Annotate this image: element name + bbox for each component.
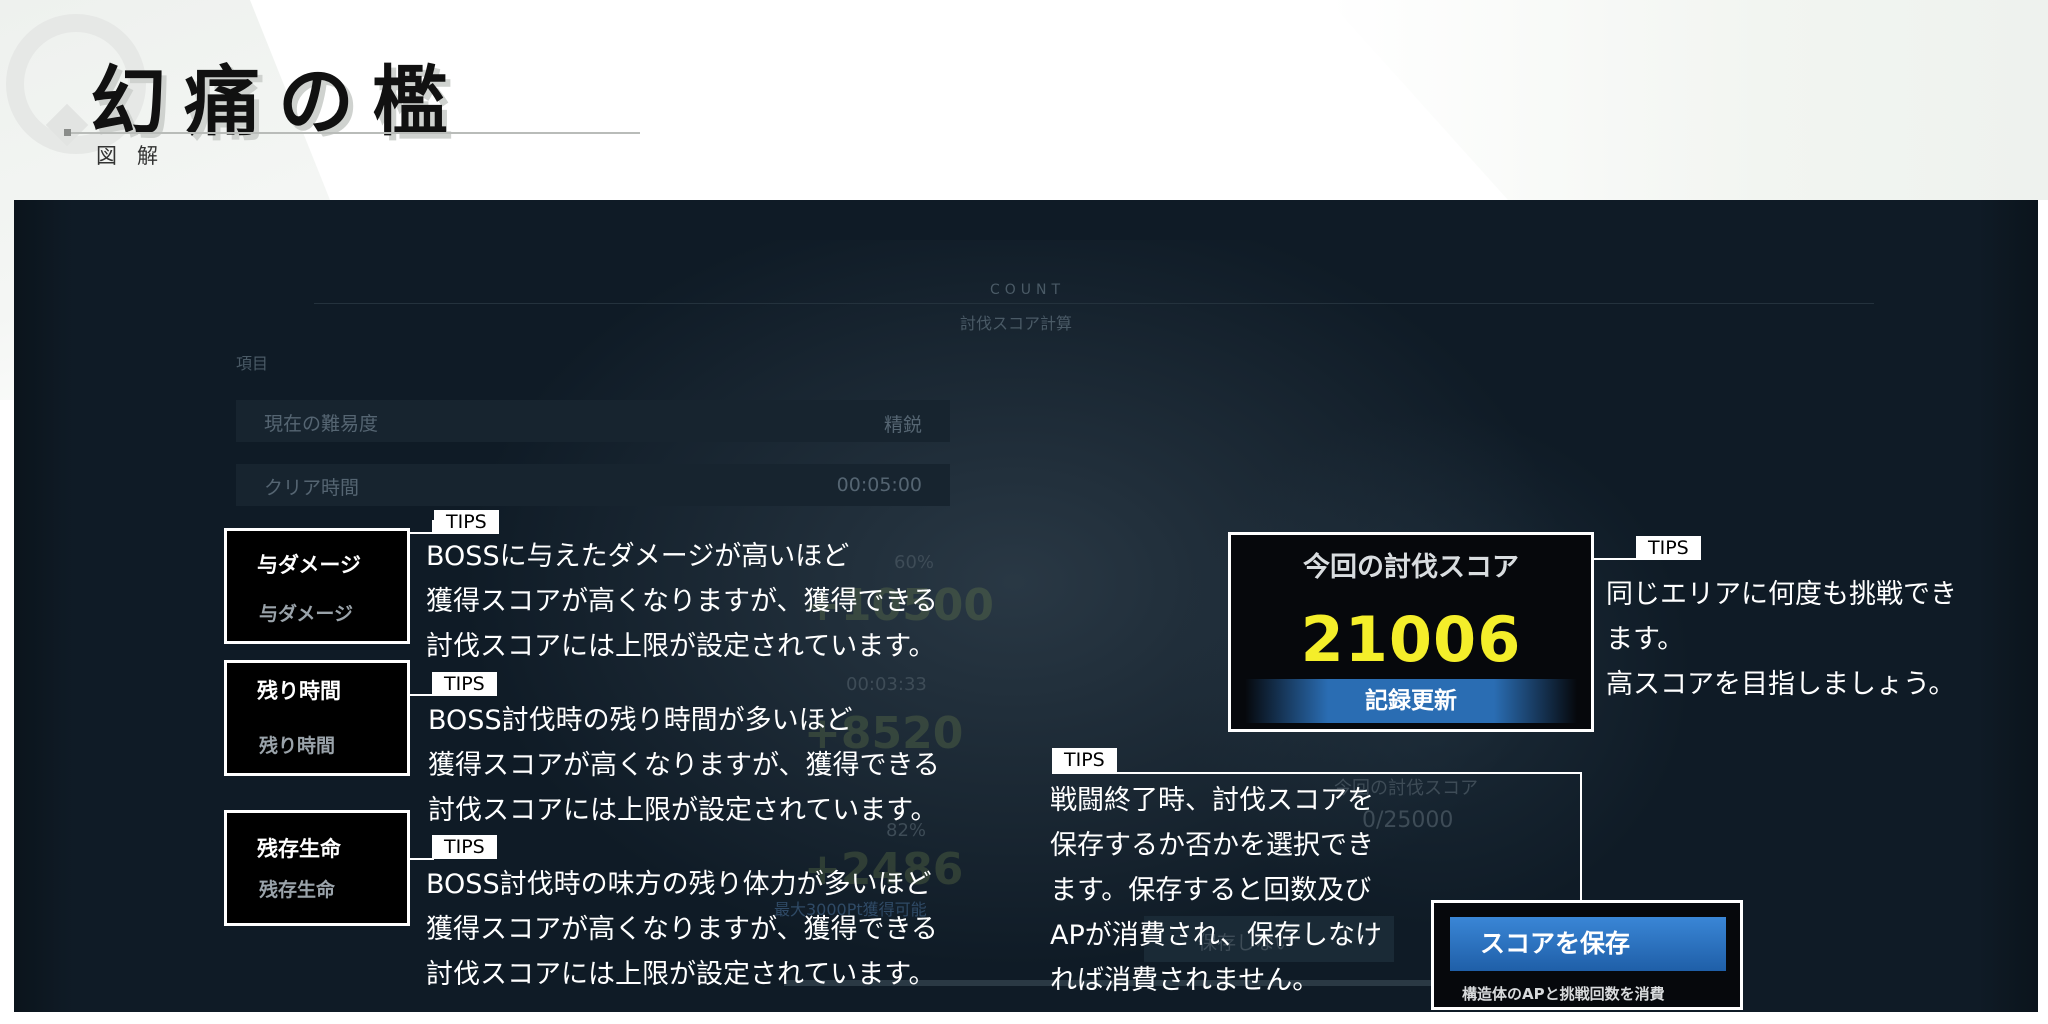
damage-tips-tag: TIPS bbox=[434, 510, 499, 534]
damage-description: BOSSに与えたダメージが高いほど 獲得スコアが高くなりますが、獲得できる 討伐… bbox=[426, 534, 938, 669]
remaining-time-value: 00:03:33 bbox=[846, 674, 927, 695]
record-update-banner: 記録更新 bbox=[1245, 679, 1577, 723]
count-subtitle: 討伐スコア計算 bbox=[960, 314, 1073, 333]
life-desc-line-2: 獲得スコアが高くなりますが、獲得できる bbox=[426, 914, 938, 945]
panel-vignette-left bbox=[14, 200, 74, 1012]
column-label: 項目 bbox=[236, 354, 269, 373]
time-desc-line-3: 討伐スコアには上限が設定されています。 bbox=[428, 795, 938, 826]
save-description: 戦闘終了時、討伐スコアを 保存するか否かを選択でき ます。保存すると回数及び A… bbox=[1050, 778, 1382, 1003]
difficulty-label: 現在の難易度 bbox=[264, 413, 379, 435]
time-tips-tag: TIPS bbox=[432, 672, 497, 696]
clear-time-row: クリア時間 00:05:00 bbox=[236, 464, 950, 506]
save-desc-line-1: 戦闘終了時、討伐スコアを bbox=[1050, 785, 1374, 816]
life-connector bbox=[410, 858, 434, 860]
save-callout-box: スコアを保存 構造体のAPと挑戦回数を消費 bbox=[1431, 900, 1743, 1010]
damage-desc-line-2: 獲得スコアが高くなりますが、獲得できる bbox=[426, 586, 938, 617]
score-value: 21006 bbox=[1300, 603, 1522, 676]
score-description: 同じエリアに何度も挑戦でき ます。 高スコアを目指しましょう。 bbox=[1606, 572, 1957, 707]
time-callout-box: 残り時間 残り時間 bbox=[224, 660, 410, 776]
score-title: 今回の討伐スコア bbox=[1303, 552, 1519, 583]
count-header-line bbox=[314, 303, 1874, 304]
damage-desc-line-3: 討伐スコアには上限が設定されています。 bbox=[426, 631, 936, 662]
damage-callout-box: 与ダメージ 与ダメージ bbox=[224, 528, 410, 644]
panel-vignette-right bbox=[1978, 200, 2038, 1012]
save-desc-line-4: APが消費され、保存しなけ bbox=[1050, 920, 1383, 951]
difficulty-row: 現在の難易度 精鋭 bbox=[236, 400, 950, 442]
score-tips-tag: TIPS bbox=[1636, 536, 1701, 560]
life-box-sub: 残存生命 bbox=[259, 879, 336, 901]
life-tips-tag: TIPS bbox=[432, 835, 497, 859]
save-cost-note: 構造体のAPと挑戦回数を消費 bbox=[1462, 985, 1665, 1003]
title-underline-dot bbox=[64, 129, 71, 136]
life-desc-line-3: 討伐スコアには上限が設定されています。 bbox=[426, 959, 936, 990]
score-callout-box: 今回の討伐スコア 21006 記録更新 bbox=[1228, 532, 1594, 732]
score-connector bbox=[1594, 558, 1638, 560]
page-subtitle: 図解 bbox=[96, 144, 178, 168]
life-desc-line-1: BOSS討伐時の味方の残り体力が多いほど bbox=[426, 869, 932, 900]
life-description: BOSS討伐時の味方の残り体力が多いほど 獲得スコアが高くなりますが、獲得できる… bbox=[426, 862, 938, 997]
life-callout-box: 残存生命 残存生命 bbox=[224, 810, 410, 926]
clear-time-value: 00:05:00 bbox=[836, 474, 922, 496]
life-box-title: 残存生命 bbox=[257, 837, 341, 861]
count-label: COUNT bbox=[990, 282, 1066, 298]
save-score-button[interactable]: スコアを保存 bbox=[1450, 917, 1726, 971]
title-underline bbox=[66, 132, 640, 134]
time-desc-line-2: 獲得スコアが高くなりますが、獲得できる bbox=[428, 750, 940, 781]
damage-box-sub: 与ダメージ bbox=[259, 603, 354, 625]
save-desc-line-2: 保存するか否かを選択でき bbox=[1050, 830, 1374, 861]
damage-desc-line-1: BOSSに与えたダメージが高いほど bbox=[426, 541, 850, 572]
time-desc-line-1: BOSS討伐時の残り時間が多いほど bbox=[428, 705, 853, 736]
score-desc-line-2: ます。 bbox=[1606, 624, 1685, 655]
save-tips-tag: TIPS bbox=[1052, 748, 1117, 772]
time-box-title: 残り時間 bbox=[257, 679, 341, 703]
score-desc-line-1: 同じエリアに何度も挑戦でき bbox=[1606, 579, 1957, 610]
save-connector-h bbox=[1052, 772, 1582, 774]
time-description: BOSS討伐時の残り時間が多いほど 獲得スコアが高くなりますが、獲得できる 討伐… bbox=[428, 698, 940, 833]
time-connector bbox=[410, 694, 434, 696]
damage-box-title: 与ダメージ bbox=[257, 553, 361, 577]
score-desc-line-3: 高スコアを目指しましょう。 bbox=[1606, 669, 1956, 700]
time-box-sub: 残り時間 bbox=[259, 735, 336, 757]
save-desc-line-5: れば消費されません。 bbox=[1050, 965, 1320, 996]
difficulty-value: 精鋭 bbox=[883, 414, 922, 436]
save-desc-line-3: ます。保存すると回数及び bbox=[1050, 875, 1372, 906]
header-decoration-right bbox=[1328, 0, 2048, 200]
save-connector-v bbox=[1580, 772, 1582, 902]
clear-time-label: クリア時間 bbox=[264, 477, 360, 499]
